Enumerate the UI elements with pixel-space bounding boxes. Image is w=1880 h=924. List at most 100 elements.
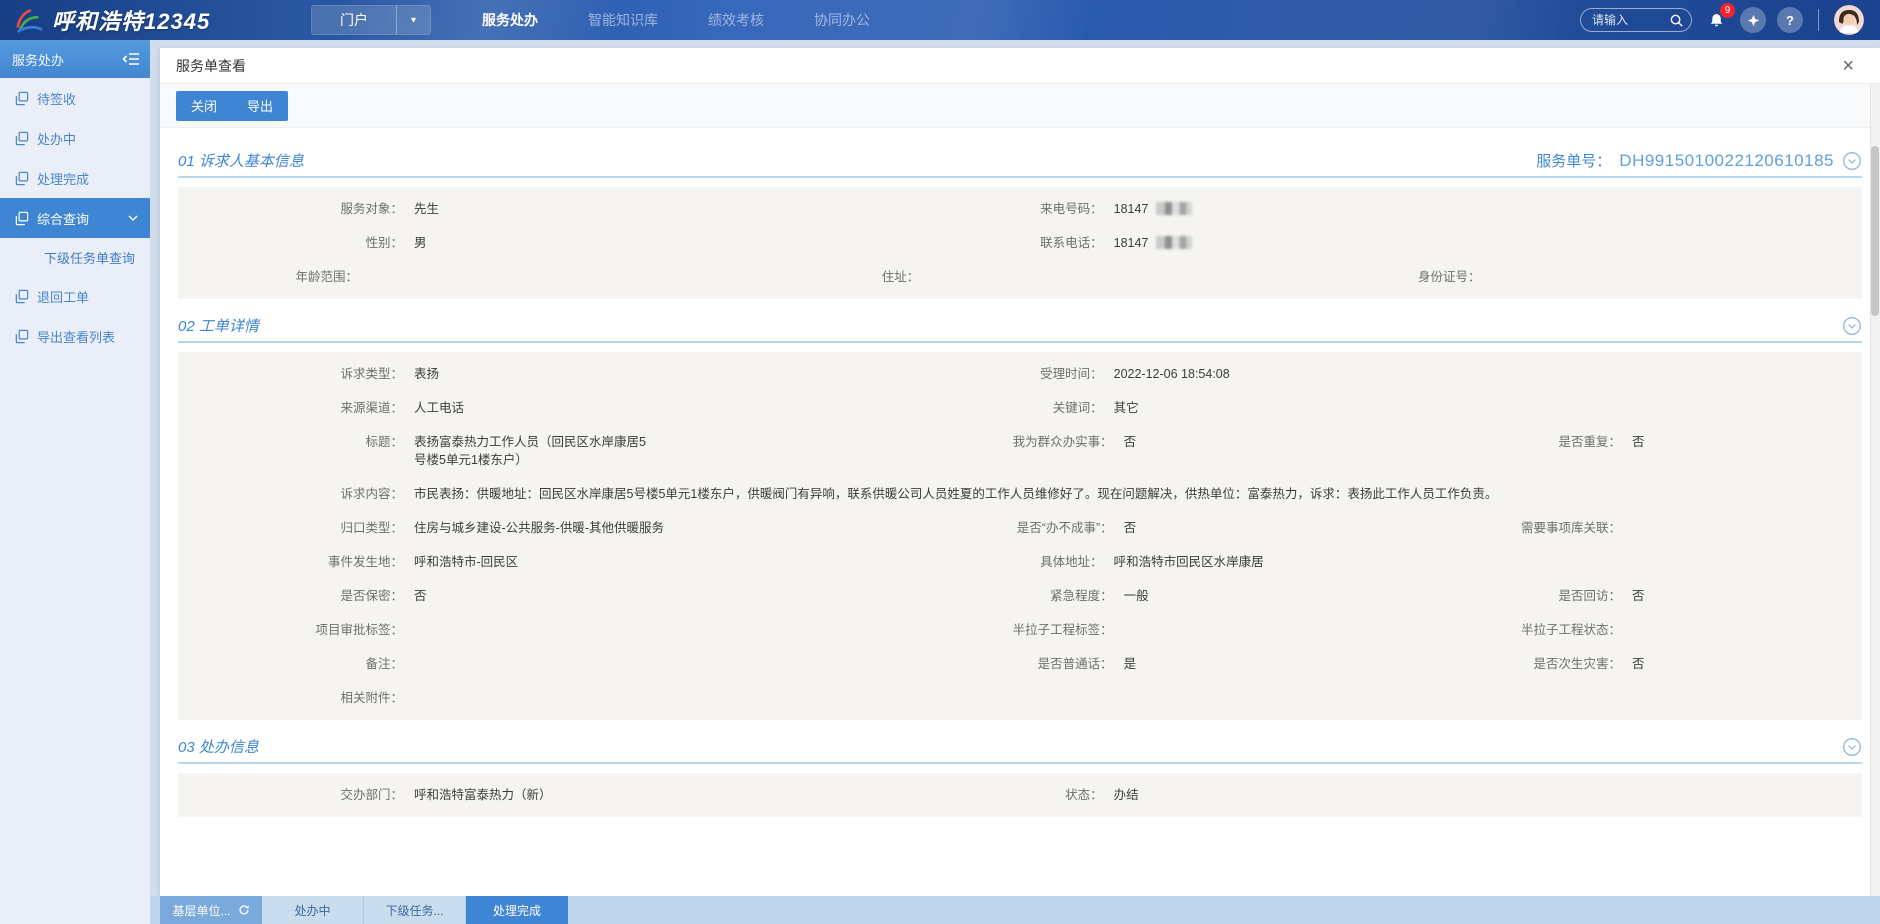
export-button[interactable]: 导出	[232, 91, 288, 121]
field-value: 其它	[1103, 399, 1139, 417]
tab-label: 下级任务...	[385, 902, 443, 919]
nav-item-knowledge[interactable]: 智能知识库	[563, 0, 683, 40]
sidebar-item-label: 处理完成	[37, 169, 89, 188]
chevron-down-icon[interactable]: ▾	[396, 6, 430, 34]
menu-collapse-icon[interactable]	[122, 52, 140, 66]
field-label: 标题：	[178, 433, 403, 469]
sidebar-item-label: 退回工单	[37, 287, 89, 306]
field-value	[1113, 621, 1124, 639]
field-label: 具体地址：	[953, 553, 1103, 571]
section-2-block: 诉求类型：表扬 受理时间：2022-12-06 18:54:08 来源渠道：人工…	[178, 352, 1862, 720]
section-2-title: 02 工单详情	[178, 315, 259, 336]
collapse-section-icon[interactable]	[1842, 316, 1862, 336]
tab-label: 处理完成	[493, 902, 541, 919]
collapse-section-icon[interactable]	[1842, 737, 1862, 757]
close-icon[interactable]: ×	[1842, 56, 1864, 76]
field-label: 住址：	[739, 268, 919, 286]
field-label: 年龄范围：	[178, 268, 358, 286]
field-value: 18147	[1103, 234, 1193, 252]
field-value: 18147	[1103, 200, 1193, 218]
field-label: 项目审批标签：	[178, 621, 403, 639]
field-label: 是否普通话：	[953, 655, 1113, 673]
nav-item-service[interactable]: 服务处办	[457, 0, 563, 40]
sidebar-item-label: 待签收	[37, 89, 76, 108]
nav-item-collaboration[interactable]: 协同办公	[789, 0, 895, 40]
tab-in-progress[interactable]: 处办中	[262, 896, 364, 924]
bottom-tabbar: 基层单位... 处办中 下级任务... 处理完成	[150, 896, 1880, 924]
refresh-icon[interactable]	[238, 904, 250, 916]
logo-icon	[12, 7, 44, 33]
document-icon	[14, 131, 29, 146]
close-button[interactable]: 关闭	[176, 91, 232, 121]
field-label: 诉求内容：	[178, 485, 403, 503]
section-1-title: 01 诉求人基本信息	[178, 150, 304, 171]
sidebar: 服务处办 待签收 处办中 处理完成	[0, 40, 150, 924]
sidebar-subitem-subordinate-task-query[interactable]: 下级任务单查询	[0, 238, 150, 276]
field-label: 性别：	[178, 234, 403, 252]
field-value: 否	[1621, 655, 1645, 673]
field-label: 半拉子工程标签：	[953, 621, 1113, 639]
field-value: 否	[1113, 433, 1137, 451]
notifications-button[interactable]: 9	[1703, 7, 1729, 33]
nav-item-performance[interactable]: 绩效考核	[683, 0, 789, 40]
sidebar-item-comprehensive-query[interactable]: 综合查询	[0, 198, 150, 238]
ticket-content: 01 诉求人基本信息 服务单号： DH9915010022120610185 服…	[160, 128, 1880, 817]
tab-subordinate-task[interactable]: 下级任务...	[364, 896, 466, 924]
sidebar-header-title: 服务处办	[12, 50, 64, 69]
field-value	[1621, 519, 1632, 537]
field-label: 是否“办不成事”：	[953, 519, 1113, 537]
service-no-value: DH9915010022120610185	[1619, 151, 1834, 171]
help-button[interactable]: ?	[1777, 7, 1803, 33]
toolbar-buttons: 关闭 导出	[176, 91, 288, 121]
toolbar: 关闭 导出	[160, 84, 1880, 128]
field-value	[358, 268, 369, 286]
portal-dropdown-label[interactable]: 门户	[312, 6, 396, 34]
field-value: 是	[1113, 655, 1137, 673]
tab-grassroots-unit[interactable]: 基层单位...	[160, 896, 262, 924]
sidebar-subitem-label: 下级任务单查询	[44, 248, 135, 267]
field-value: 办结	[1103, 786, 1139, 804]
redacted-digits	[1156, 202, 1192, 215]
scrollbar-thumb[interactable]	[1871, 146, 1879, 316]
field-label: 来源渠道：	[178, 399, 403, 417]
field-value: 市民表扬：供暖地址：回民区水岸康居5号楼5单元1楼东户，供暖阀门有异响，联系供暖…	[403, 485, 1497, 503]
field-label: 交办部门：	[178, 786, 403, 804]
field-value	[1621, 621, 1632, 639]
field-label: 服务对象：	[178, 200, 403, 218]
field-label: 是否回访：	[1441, 587, 1621, 605]
search-icon	[1669, 13, 1684, 28]
field-label: 我为群众办实事：	[953, 433, 1113, 451]
field-label: 来电号码：	[953, 200, 1103, 218]
brand-title: 呼和浩特12345	[52, 4, 210, 36]
field-value	[1481, 268, 1492, 286]
portal-dropdown[interactable]: 门户 ▾	[311, 5, 431, 35]
top-navbar: 呼和浩特12345 门户 ▾ 服务处办 智能知识库 绩效考核 协同办公	[0, 0, 1880, 40]
sidebar-item-returned-orders[interactable]: 退回工单	[0, 276, 150, 316]
apps-button[interactable]	[1740, 7, 1766, 33]
field-label: 归口类型：	[178, 519, 403, 537]
section-1-header: 01 诉求人基本信息 服务单号： DH9915010022120610185	[178, 150, 1862, 178]
service-no-label: 服务单号：	[1536, 150, 1611, 171]
sidebar-item-completed[interactable]: 处理完成	[0, 158, 150, 198]
sidebar-item-pending-sign[interactable]: 待签收	[0, 78, 150, 118]
tab-completed[interactable]: 处理完成	[466, 896, 568, 924]
user-avatar[interactable]	[1834, 5, 1864, 35]
scrollbar-track[interactable]	[1870, 84, 1880, 896]
section-3-block: 交办部门：呼和浩特富泰热力（新） 状态：办结	[178, 773, 1862, 817]
field-label: 是否次生灾害：	[1441, 655, 1621, 673]
field-value: 表扬	[403, 365, 439, 383]
field-label: 事件发生地：	[178, 553, 403, 571]
sidebar-item-export-list[interactable]: 导出查看列表	[0, 316, 150, 356]
field-value: 一般	[1113, 587, 1149, 605]
field-value: 呼和浩特富泰热力（新）	[403, 786, 552, 804]
collapse-section-icon[interactable]	[1842, 151, 1862, 171]
document-icon	[14, 171, 29, 186]
search-box[interactable]	[1580, 8, 1692, 32]
sidebar-item-label: 导出查看列表	[37, 327, 115, 346]
redacted-digits	[1156, 236, 1192, 249]
page-titlebar: 服务单查看 ×	[160, 48, 1880, 84]
document-icon	[14, 329, 29, 344]
sidebar-item-in-progress[interactable]: 处办中	[0, 118, 150, 158]
navbar-right: 9 ?	[1580, 5, 1870, 35]
field-value: 住房与城乡建设-公共服务-供暖-其他供暖服务	[403, 519, 664, 537]
